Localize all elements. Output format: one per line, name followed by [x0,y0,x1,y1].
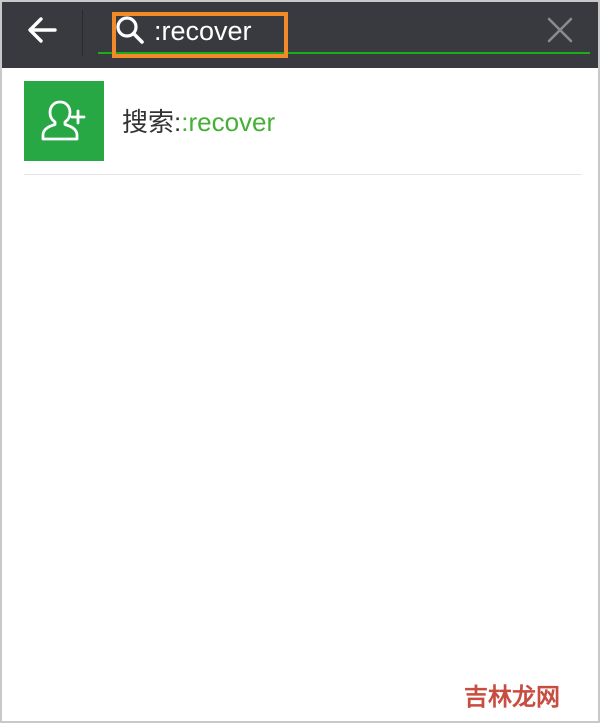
search-toolbar [2,2,598,68]
back-button[interactable] [16,10,68,50]
result-label: 搜索::recover [122,104,275,140]
clear-search-button[interactable] [542,12,578,48]
result-keyword: :recover [181,107,276,137]
result-icon-tile [24,81,104,161]
toolbar-divider [82,10,83,56]
watermark-logo: 吉林龙网 [464,674,560,714]
row-divider [24,174,582,175]
search-result-row[interactable]: 搜索::recover [2,68,598,176]
close-icon [547,17,573,43]
watermark-text: 吉林龙网 [464,682,560,711]
app-window: 搜索::recover 吉林龙网 [0,0,600,723]
arrow-left-icon [28,17,57,43]
search-input[interactable] [154,12,534,50]
add-contact-icon [41,100,86,141]
search-field[interactable] [98,8,590,54]
search-icon [116,16,144,44]
result-prefix: 搜索: [122,107,182,137]
bottom-cropped-text [132,714,462,721]
